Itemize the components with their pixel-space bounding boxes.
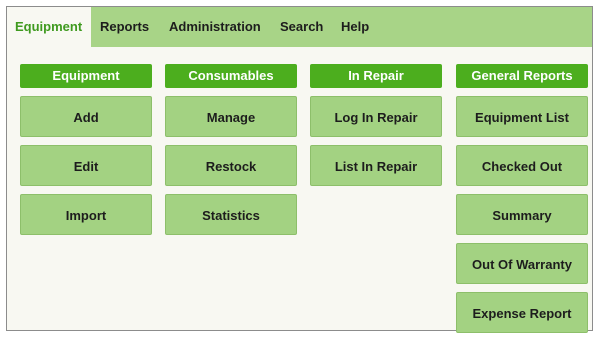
import-button[interactable]: Import xyxy=(20,194,152,235)
in-repair-column-header: In Repair xyxy=(310,64,442,88)
summary-button[interactable]: Summary xyxy=(456,194,588,235)
manage-button[interactable]: Manage xyxy=(165,96,297,137)
edit-button[interactable]: Edit xyxy=(20,145,152,186)
equipment-column-header: Equipment xyxy=(20,64,152,88)
menu-item-reports[interactable]: Reports xyxy=(100,7,149,47)
out-of-warranty-button[interactable]: Out Of Warranty xyxy=(456,243,588,284)
consumables-column-header: Consumables xyxy=(165,64,297,88)
statistics-button[interactable]: Statistics xyxy=(165,194,297,235)
equipment-list-button[interactable]: Equipment List xyxy=(456,96,588,137)
general-reports-column-header: General Reports xyxy=(456,64,588,88)
menu-item-administration[interactable]: Administration xyxy=(169,7,261,47)
general-reports-column: General Reports Equipment List Checked O… xyxy=(456,64,588,333)
top-menu-bar: Equipment Reports Administration Search … xyxy=(7,7,592,47)
menu-item-search[interactable]: Search xyxy=(280,7,323,47)
expense-report-button[interactable]: Expense Report xyxy=(456,292,588,333)
consumables-column: Consumables Manage Restock Statistics xyxy=(165,64,297,235)
add-button[interactable]: Add xyxy=(20,96,152,137)
menu-item-equipment[interactable]: Equipment xyxy=(7,7,91,47)
checked-out-button[interactable]: Checked Out xyxy=(456,145,588,186)
log-in-repair-button[interactable]: Log In Repair xyxy=(310,96,442,137)
list-in-repair-button[interactable]: List In Repair xyxy=(310,145,442,186)
restock-button[interactable]: Restock xyxy=(165,145,297,186)
equipment-column: Equipment Add Edit Import xyxy=(20,64,152,235)
app-window: Equipment Reports Administration Search … xyxy=(6,6,593,333)
menu-item-help[interactable]: Help xyxy=(341,7,369,47)
in-repair-column: In Repair Log In Repair List In Repair xyxy=(310,64,442,186)
